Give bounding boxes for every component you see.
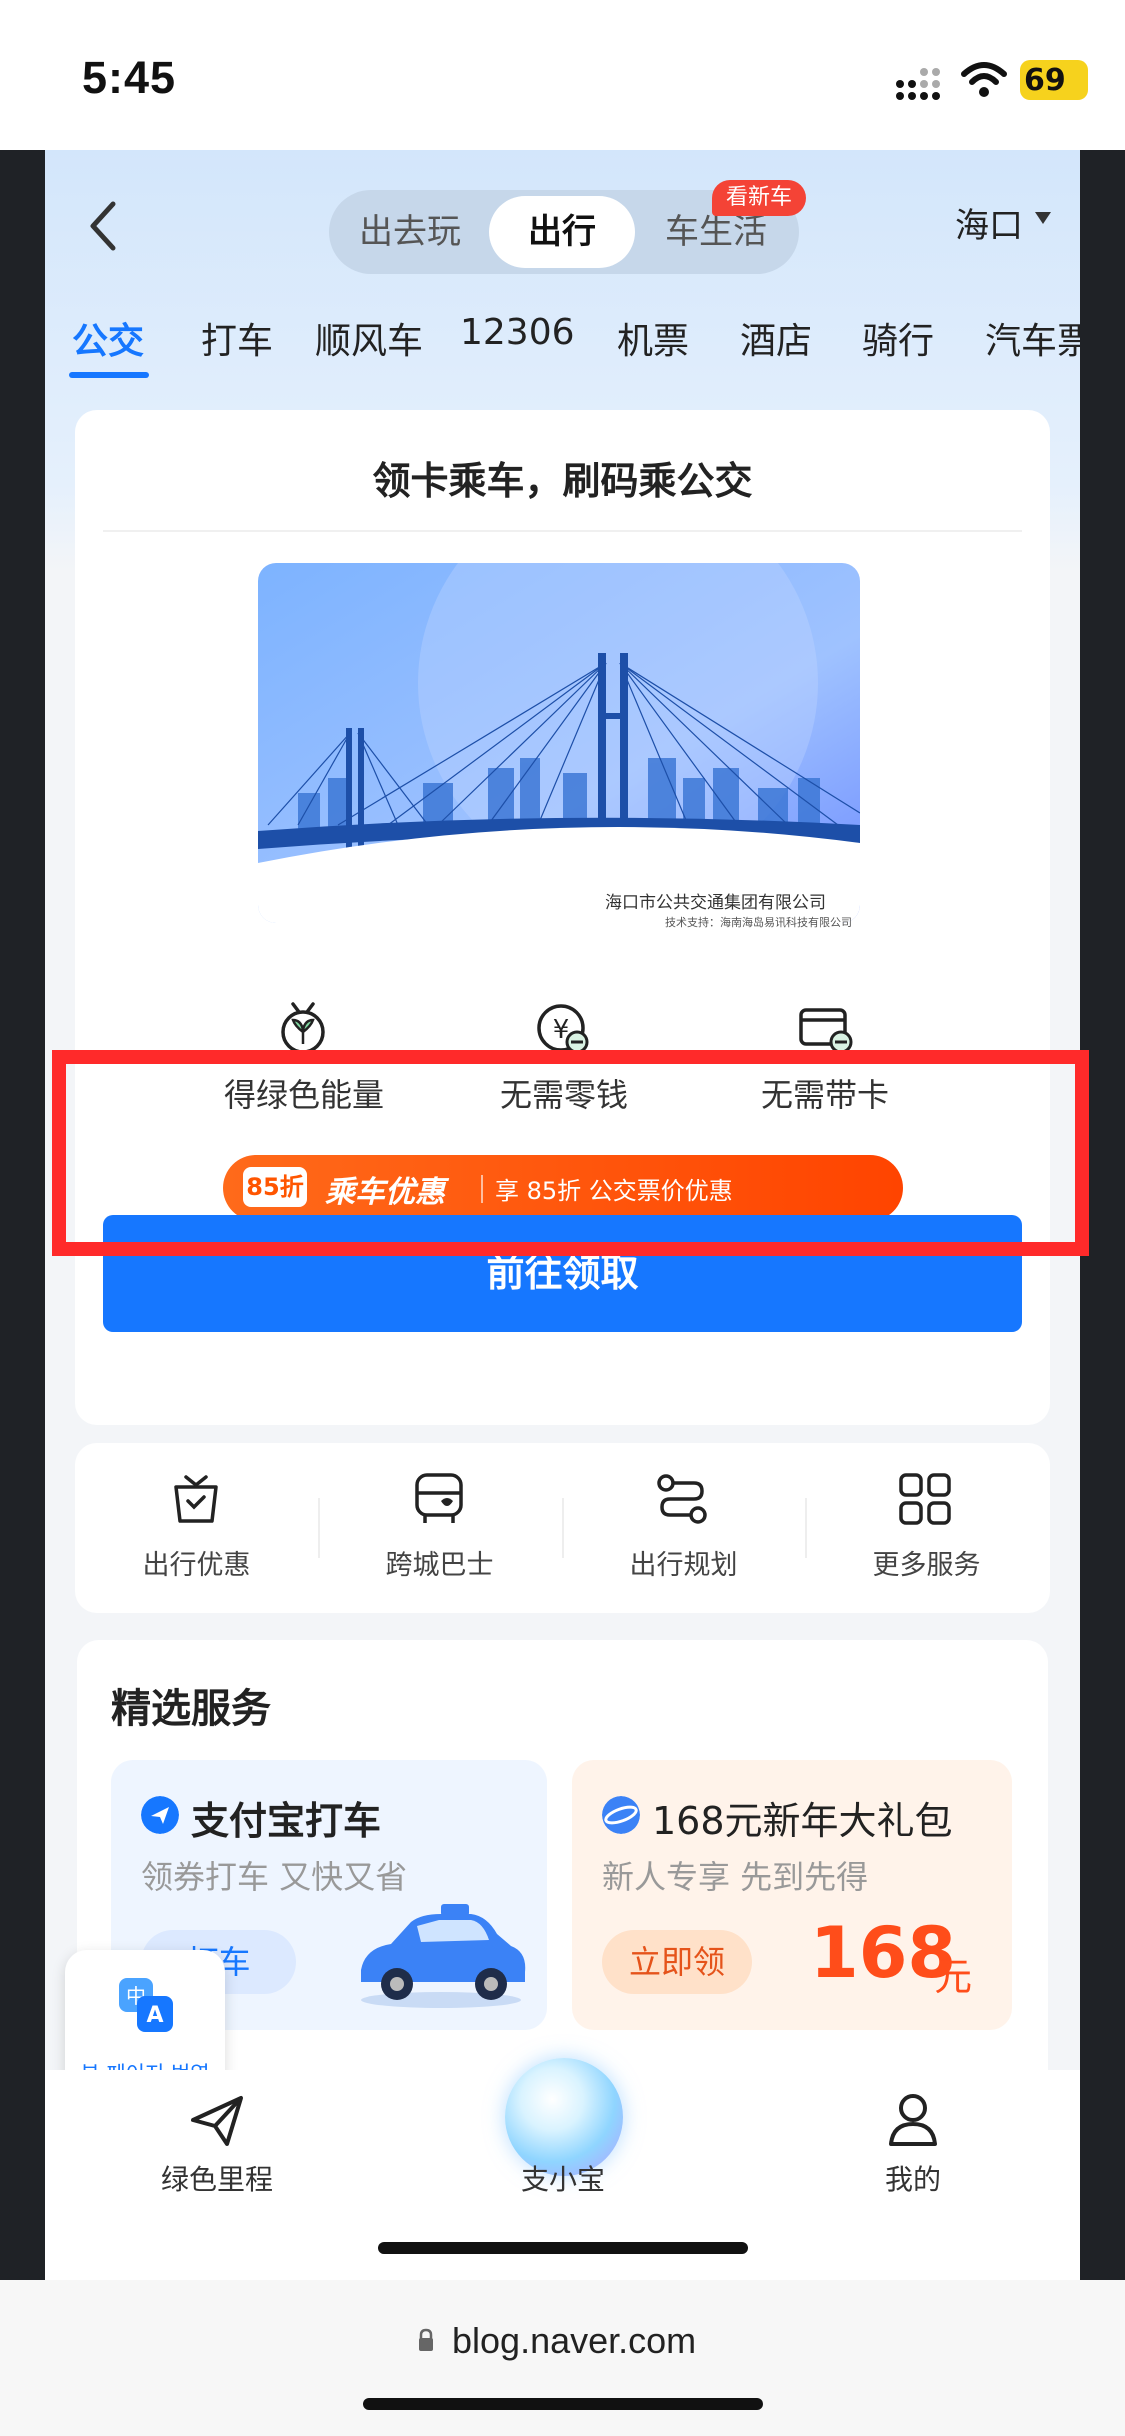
status-time: 5:45 — [82, 52, 177, 103]
user-icon[interactable] — [883, 2090, 943, 2150]
tab-12306[interactable]: 12306 — [460, 312, 575, 353]
bus-card-panel: 领卡乘车，刷码乘公交 海口市公共交通集团有限公司 技术支持：海南海岛易讯科技有限… — [75, 410, 1050, 1425]
paper-plane-icon[interactable] — [187, 2090, 247, 2150]
new-car-badge: 看新车 — [712, 180, 807, 216]
signal-icon — [896, 68, 940, 100]
lock-icon — [419, 2328, 433, 2351]
bottom-nav: 绿色里程 支小宝 我的 — [45, 2058, 1080, 2280]
tab-taxi[interactable]: 打车 — [201, 312, 273, 364]
translate-icon: 中 A — [119, 1978, 173, 2032]
tab-bus[interactable]: 公交 — [72, 312, 144, 364]
service-card-gift[interactable]: 168元新年大礼包 新人专享 先到先得 立即领 168 元 — [572, 1760, 1012, 2030]
highlight-box — [52, 1050, 1089, 1256]
bus-card-title: 领卡乘车，刷码乘公交 — [372, 459, 753, 503]
svg-text:A: A — [146, 2003, 163, 2028]
gift-unit: 元 — [934, 1955, 973, 1999]
status-bar: 5:45 69 — [0, 0, 1125, 150]
service-subtitle: 新人专享 先到先得 — [602, 1858, 869, 1896]
tab-cycling[interactable]: 骑行 — [862, 312, 934, 364]
shortcut-more-services[interactable]: 更多服务 — [805, 1543, 1048, 1582]
nav-green-mileage[interactable]: 绿色里程 — [97, 2158, 337, 2198]
claim-now-button[interactable]: 立即领 — [602, 1930, 752, 1994]
service-title: 支付宝打车 — [191, 1799, 382, 1843]
tab-carpool[interactable]: 顺风车 — [315, 312, 423, 364]
coin-icon: ¥ — [537, 1004, 589, 1054]
browser-address-bar: blog.naver.com — [0, 2280, 1125, 2436]
tab-hotels[interactable]: 酒店 — [740, 312, 812, 364]
taxi-car-icon — [361, 1904, 526, 2008]
shortcut-row: 出行优惠 跨城巴士 出行规划 更多服务 — [75, 1443, 1050, 1613]
shortcut-intercity-bus[interactable]: 跨城巴士 — [318, 1543, 561, 1582]
sprout-icon — [281, 1002, 325, 1054]
card-issuer: 海口市公共交通集团有限公司 — [605, 893, 826, 913]
caret-down-icon[interactable] — [1035, 212, 1051, 224]
city-selector[interactable]: 海口 — [955, 198, 1023, 247]
service-title: 168元新年大礼包 — [652, 1799, 953, 1843]
route-icon[interactable] — [654, 1471, 710, 1527]
section-title: 精选服务 — [111, 1686, 271, 1732]
card-icon — [799, 1008, 853, 1054]
home-indicator — [363, 2398, 763, 2410]
tab-coach[interactable]: 汽车票 — [985, 312, 1080, 364]
bus-icon[interactable] — [411, 1471, 467, 1527]
url-text[interactable]: blog.naver.com — [452, 2320, 696, 2362]
nav-assistant[interactable]: 支小宝 — [443, 2158, 683, 2198]
active-tab-indicator — [69, 372, 149, 378]
card-tech-support: 技术支持：海南海岛易讯科技有限公司 — [665, 916, 852, 929]
bus-card-image[interactable] — [258, 563, 860, 923]
back-arrow-icon[interactable] — [83, 198, 123, 254]
wifi-icon — [961, 62, 1007, 97]
divider — [103, 530, 1022, 532]
tab-flights[interactable]: 机票 — [617, 312, 689, 364]
segment-play[interactable]: 出去玩 — [335, 190, 485, 274]
home-indicator — [378, 2242, 748, 2254]
service-subtitle: 领券打车 又快又省 — [141, 1858, 408, 1896]
segment-travel[interactable]: 出行 — [489, 196, 635, 268]
grid-icon[interactable] — [897, 1471, 953, 1527]
shortcut-travel-deals[interactable]: 出行优惠 — [75, 1543, 318, 1582]
nav-mine[interactable]: 我的 — [793, 2158, 1033, 2198]
planet-logo-icon — [602, 1796, 640, 1834]
coupon-bag-icon[interactable] — [168, 1471, 224, 1527]
battery-level: 69 — [1024, 63, 1066, 98]
shortcut-trip-planning[interactable]: 出行规划 — [562, 1543, 805, 1582]
left-gutter — [0, 150, 45, 2280]
alipay-taxi-logo-icon — [141, 1796, 179, 1834]
